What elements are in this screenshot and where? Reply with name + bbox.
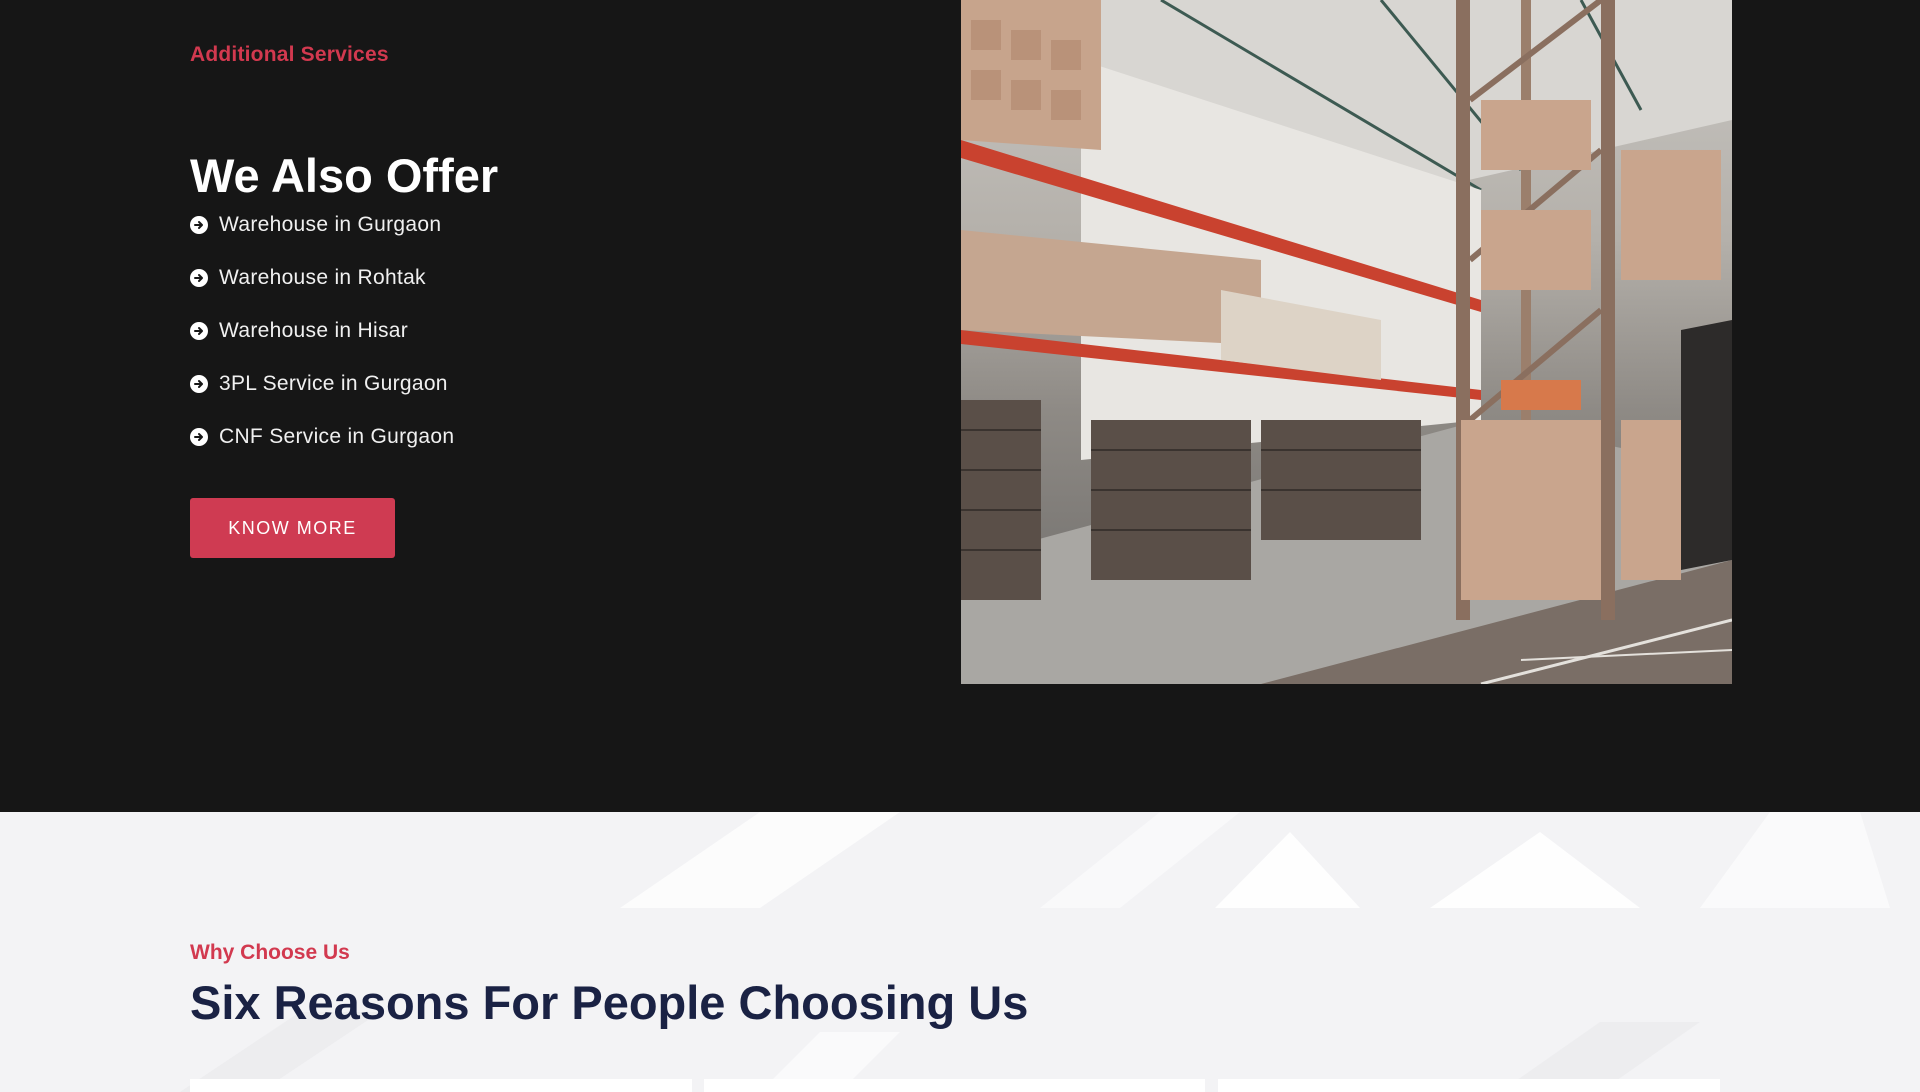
circle-arrow-right-icon [190,215,208,234]
section-title: We Also Offer [190,149,499,202]
section-eyebrow: Why Choose Us [190,941,350,964]
reason-card [190,1079,692,1092]
service-link[interactable]: Warehouse in Hisar [219,319,408,343]
reason-card [704,1079,1205,1092]
why-choose-us-header: Why Choose Us Six Reasons For People Cho… [190,939,1028,1029]
list-item[interactable]: 3PL Service in Gurgaon [190,357,454,410]
service-link[interactable]: Warehouse in Gurgaon [219,213,441,237]
section-eyebrow: Additional Services [190,43,389,66]
service-link[interactable]: CNF Service in Gurgaon [219,425,454,449]
section-title: Six Reasons For People Choosing Us [190,976,1029,1029]
services-text-column: Additional Services We Also Offer Wareho… [190,40,890,558]
service-link[interactable]: 3PL Service in Gurgaon [219,372,448,396]
service-list: Warehouse in Gurgaon Warehouse in Rohtak… [190,198,454,463]
circle-arrow-right-icon [190,268,208,287]
reason-card [1218,1079,1720,1092]
list-item[interactable]: CNF Service in Gurgaon [190,410,454,463]
list-item[interactable]: Warehouse in Rohtak [190,251,454,304]
circle-arrow-right-icon [190,427,208,446]
circle-arrow-right-icon [190,321,208,340]
warehouse-photo [961,0,1732,684]
why-choose-us-section: Why Choose Us Six Reasons For People Cho… [0,812,1920,1092]
additional-services-section: Additional Services We Also Offer Wareho… [0,0,1920,812]
list-item[interactable]: Warehouse in Gurgaon [190,198,454,251]
warehouse-illustration [961,0,1732,684]
list-item[interactable]: Warehouse in Hisar [190,304,454,357]
know-more-button[interactable]: KNOW MORE [190,498,395,558]
circle-arrow-right-icon [190,374,208,393]
service-link[interactable]: Warehouse in Rohtak [219,266,426,290]
